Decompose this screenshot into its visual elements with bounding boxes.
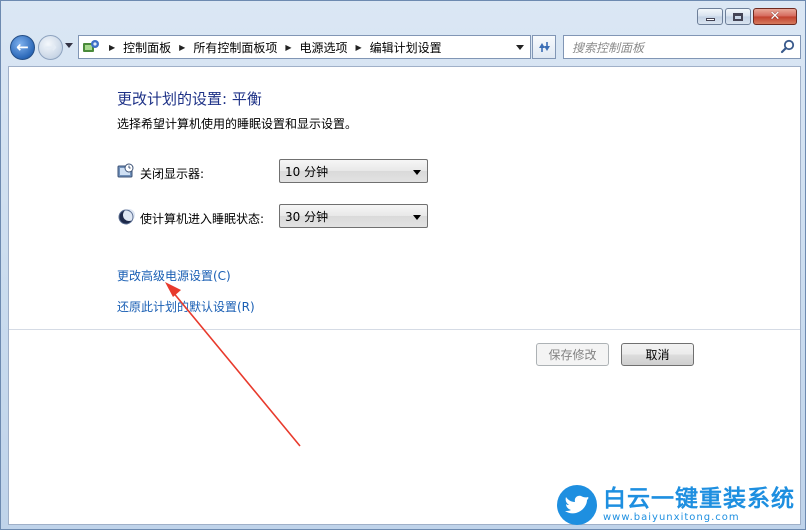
refresh-icon	[539, 42, 550, 52]
watermark: 白云一键重装系统 www.baiyunxitong.com	[557, 485, 803, 525]
monitor-clock-icon	[117, 163, 134, 178]
bird-logo-icon	[557, 485, 597, 525]
chevron-down-icon	[413, 215, 421, 220]
save-changes-button[interactable]: 保存修改	[536, 343, 609, 366]
restore-defaults-link[interactable]: 还原此计划的默认设置(R)	[117, 298, 255, 315]
address-dropdown-icon[interactable]	[516, 45, 524, 50]
forward-arrow-icon: →	[44, 38, 57, 56]
maximize-button[interactable]	[725, 8, 751, 25]
control-panel-icon	[81, 37, 101, 57]
content-pane: 更改计划的设置: 平衡 选择希望计算机使用的睡眠设置和显示设置。 关闭显示器: …	[8, 66, 801, 525]
back-button[interactable]: ←	[10, 35, 35, 60]
breadcrumb-power-options[interactable]: 电源选项	[300, 39, 348, 56]
cancel-button[interactable]: 取消	[621, 343, 694, 366]
display-off-value: 10 分钟	[285, 164, 329, 179]
maximize-icon	[733, 12, 743, 21]
sleep-label: 使计算机进入睡眠状态:	[140, 212, 265, 226]
display-off-label: 关闭显示器:	[140, 167, 205, 181]
page-subtitle: 选择希望计算机使用的睡眠设置和显示设置。	[117, 117, 358, 131]
watermark-title: 白云一键重装系统	[603, 486, 795, 512]
chevron-down-icon	[413, 170, 421, 175]
divider	[9, 329, 800, 330]
breadcrumb-separator-icon[interactable]: ▶	[356, 43, 362, 52]
sleep-select[interactable]: 30 分钟	[279, 204, 428, 228]
minimize-button[interactable]	[697, 8, 723, 25]
recent-pages-dropdown[interactable]	[65, 43, 73, 48]
search-icon[interactable]	[780, 39, 795, 54]
search-placeholder: 搜索控制面板	[572, 40, 645, 55]
breadcrumb-control-panel[interactable]: 控制面板	[123, 39, 171, 56]
breadcrumb-separator-icon[interactable]: ▶	[285, 43, 291, 52]
page-title: 更改计划的设置: 平衡	[117, 90, 262, 108]
sleep-value: 30 分钟	[285, 209, 329, 224]
watermark-url: www.baiyunxitong.com	[603, 512, 740, 523]
close-icon: ✕	[769, 9, 781, 24]
forward-button[interactable]: →	[38, 35, 63, 60]
window-caption-buttons: ✕	[695, 8, 797, 25]
back-arrow-icon: ←	[16, 38, 29, 56]
breadcrumb-separator-icon[interactable]: ▶	[179, 43, 185, 52]
moon-sleep-icon	[118, 209, 135, 225]
breadcrumb-all-items[interactable]: 所有控制面板项	[193, 39, 277, 56]
close-button[interactable]: ✕	[753, 8, 797, 25]
minimize-icon	[705, 18, 715, 21]
breadcrumb-edit-plan[interactable]: 编辑计划设置	[370, 39, 442, 56]
refresh-button[interactable]	[532, 35, 556, 59]
watermark-text: 白云一键重装系统 www.baiyunxitong.com	[603, 486, 795, 524]
control-panel-window: ✕ ← → ▶ 控制面板 ▶ 所有控制面板项 ▶ 电源选项 ▶ 编辑计划设置 搜…	[0, 0, 806, 530]
advanced-power-settings-link[interactable]: 更改高级电源设置(C)	[117, 267, 231, 284]
breadcrumb-separator-icon: ▶	[109, 42, 116, 52]
display-off-select[interactable]: 10 分钟	[279, 159, 428, 183]
address-bar[interactable]: ▶ 控制面板 ▶ 所有控制面板项 ▶ 电源选项 ▶ 编辑计划设置	[78, 35, 531, 59]
search-box[interactable]: 搜索控制面板	[563, 35, 801, 59]
